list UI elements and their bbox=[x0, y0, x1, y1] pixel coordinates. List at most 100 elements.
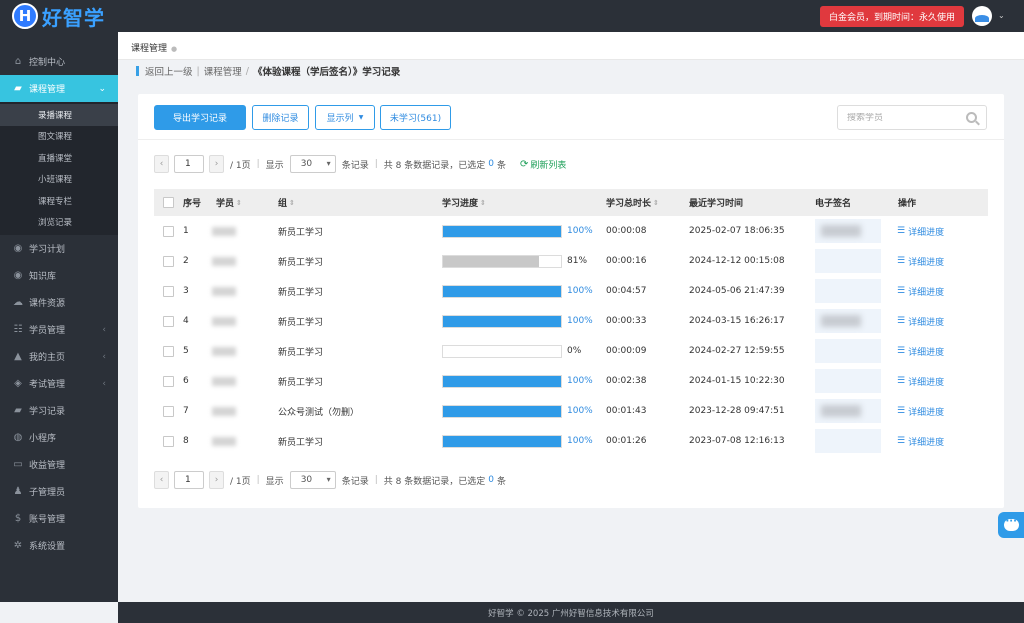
detail-link[interactable]: ☰ 详细进度 bbox=[897, 285, 944, 298]
close-icon[interactable]: ● bbox=[171, 45, 177, 53]
sidebar-item-10[interactable]: ▭ 收益管理 bbox=[0, 451, 118, 478]
breadcrumb-parent[interactable]: 课程管理 bbox=[204, 64, 242, 78]
detail-link[interactable]: ☰ 详细进度 bbox=[897, 315, 944, 328]
header-group[interactable]: 组 ⇕ bbox=[278, 189, 295, 216]
sidebar-item-13[interactable]: ✲ 系统设置 bbox=[0, 532, 118, 559]
chat-float-button[interactable] bbox=[998, 512, 1024, 538]
detail-progress-link[interactable]: ☰ 详细进度 bbox=[897, 246, 944, 276]
table-row[interactable]: 1 新员工学习 100% 00:00:08 2025-02-07 18:06:35 ☰ 详细… bbox=[154, 216, 988, 246]
sidebar-subitem-5[interactable]: 浏览记录 bbox=[0, 212, 118, 234]
row-checkbox[interactable] bbox=[163, 426, 174, 456]
sidebar-item-1[interactable]: ▰ 课程管理 ⌄ bbox=[0, 75, 118, 102]
search-input[interactable] bbox=[847, 112, 957, 123]
signature-image[interactable] bbox=[815, 279, 881, 303]
sidebar-subitem-0[interactable]: 录播课程 bbox=[0, 104, 118, 126]
row-signature[interactable] bbox=[815, 276, 881, 306]
sidebar-item-0[interactable]: ⌂ 控制中心 bbox=[0, 48, 118, 75]
checkbox[interactable] bbox=[163, 285, 174, 297]
back-link[interactable]: 返回上一级 bbox=[145, 64, 193, 78]
signature-image[interactable] bbox=[815, 369, 881, 393]
checkbox[interactable] bbox=[163, 375, 174, 387]
sidebar-item-2[interactable]: ◉ 学习计划 bbox=[0, 235, 118, 262]
detail-progress-link[interactable]: ☰ 详细进度 bbox=[897, 426, 944, 456]
sort-icon[interactable]: ⇕ bbox=[289, 199, 295, 207]
detail-link[interactable]: ☰ 详细进度 bbox=[897, 375, 944, 388]
sidebar-item-11[interactable]: ♟ 子管理员 bbox=[0, 478, 118, 505]
refresh-button[interactable]: ⟳ 刷新列表 bbox=[520, 158, 566, 171]
detail-link[interactable]: ☰ 详细进度 bbox=[897, 435, 944, 448]
sidebar-item-5[interactable]: ☷ 学员管理 ‹ bbox=[0, 316, 118, 343]
detail-progress-link[interactable]: ☰ 详细进度 bbox=[897, 366, 944, 396]
row-checkbox[interactable] bbox=[163, 276, 174, 306]
row-checkbox[interactable] bbox=[163, 366, 174, 396]
detail-progress-link[interactable]: ☰ 详细进度 bbox=[897, 306, 944, 336]
detail-link[interactable]: ☰ 详细进度 bbox=[897, 225, 944, 238]
checkbox[interactable] bbox=[163, 405, 174, 417]
signature-image[interactable] bbox=[815, 249, 881, 273]
table-row[interactable]: 2 新员工学习 81% 00:00:16 2024-12-12 00:15:08 ☰ 详细进… bbox=[154, 246, 988, 276]
sidebar-item-4[interactable]: ☁ 课件资源 bbox=[0, 289, 118, 316]
prev-page-button[interactable]: ‹ bbox=[154, 471, 169, 489]
row-signature[interactable] bbox=[815, 426, 881, 456]
row-signature[interactable] bbox=[815, 336, 881, 366]
header-student[interactable]: 学员 ⇕ bbox=[216, 189, 242, 216]
detail-progress-link[interactable]: ☰ 详细进度 bbox=[897, 216, 944, 246]
detail-link[interactable]: ☰ 详细进度 bbox=[897, 255, 944, 268]
checkbox[interactable] bbox=[163, 435, 174, 447]
sidebar-item-3[interactable]: ◉ 知识库 bbox=[0, 262, 118, 289]
prev-page-button[interactable]: ‹ bbox=[154, 155, 169, 173]
page-size-select[interactable]: 30 bbox=[289, 471, 336, 489]
sort-icon[interactable]: ⇕ bbox=[480, 199, 486, 207]
checkbox[interactable] bbox=[163, 345, 174, 357]
page-input[interactable]: 1 bbox=[174, 471, 204, 489]
detail-link[interactable]: ☰ 详细进度 bbox=[897, 405, 944, 418]
detail-progress-link[interactable]: ☰ 详细进度 bbox=[897, 276, 944, 306]
signature-image[interactable] bbox=[815, 399, 881, 423]
detail-link[interactable]: ☰ 详细进度 bbox=[897, 345, 944, 358]
delete-records-button[interactable]: 删除记录 bbox=[252, 105, 309, 130]
avatar[interactable] bbox=[972, 6, 992, 26]
sort-icon[interactable]: ⇕ bbox=[236, 199, 242, 207]
select-all-checkbox[interactable] bbox=[163, 189, 174, 216]
row-checkbox[interactable] bbox=[163, 246, 174, 276]
page-size-select[interactable]: 30 bbox=[289, 155, 336, 173]
signature-image[interactable] bbox=[815, 219, 881, 243]
row-signature[interactable] bbox=[815, 396, 881, 426]
table-row[interactable]: 6 新员工学习 100% 00:02:38 2024-01-15 10:22:30 ☰ 详细… bbox=[154, 366, 988, 396]
signature-image[interactable] bbox=[815, 429, 881, 453]
sidebar-subitem-1[interactable]: 图文课程 bbox=[0, 126, 118, 148]
detail-progress-link[interactable]: ☰ 详细进度 bbox=[897, 336, 944, 366]
app-logo[interactable]: H 好智学 bbox=[12, 3, 105, 30]
unlearned-button[interactable]: 未学习(561) bbox=[380, 105, 451, 130]
row-checkbox[interactable] bbox=[163, 306, 174, 336]
next-page-button[interactable]: › bbox=[209, 155, 224, 173]
page-input[interactable]: 1 bbox=[174, 155, 204, 173]
sidebar-item-9[interactable]: ◍ 小程序 bbox=[0, 424, 118, 451]
table-row[interactable]: 8 新员工学习 100% 00:01:26 2023-07-08 12:16:13 ☰ 详细… bbox=[154, 426, 988, 456]
sidebar-item-6[interactable]: ▲ 我的主页 ‹ bbox=[0, 343, 118, 370]
sidebar-subitem-2[interactable]: 直播课堂 bbox=[0, 147, 118, 169]
row-checkbox[interactable] bbox=[163, 336, 174, 366]
table-row[interactable]: 5 新员工学习 0% 00:00:09 2024-02-27 12:59:55 ☰ 详细进度 bbox=[154, 336, 988, 366]
checkbox[interactable] bbox=[163, 197, 174, 208]
export-button[interactable]: 导出学习记录 bbox=[154, 105, 246, 130]
sidebar-subitem-4[interactable]: 课程专栏 bbox=[0, 190, 118, 212]
show-columns-button[interactable]: 显示列 ▼ bbox=[315, 105, 375, 130]
row-checkbox[interactable] bbox=[163, 396, 174, 426]
sidebar-item-12[interactable]: $ 账号管理 bbox=[0, 505, 118, 532]
member-badge[interactable]: 白金会员，到期时间：永久使用 bbox=[820, 6, 964, 27]
checkbox[interactable] bbox=[163, 225, 174, 237]
chevron-down-icon[interactable]: ⌄ bbox=[998, 11, 1005, 20]
table-row[interactable]: 3 新员工学习 100% 00:04:57 2024-05-06 21:47:39 ☰ 详细… bbox=[154, 276, 988, 306]
row-signature[interactable] bbox=[815, 366, 881, 396]
detail-progress-link[interactable]: ☰ 详细进度 bbox=[897, 396, 944, 426]
tab-course-management[interactable]: 课程管理 ● bbox=[131, 41, 177, 54]
search-icon[interactable] bbox=[966, 112, 977, 123]
row-signature[interactable] bbox=[815, 216, 881, 246]
checkbox[interactable] bbox=[163, 255, 174, 267]
signature-image[interactable] bbox=[815, 309, 881, 333]
table-row[interactable]: 7 公众号测试（勿删） 100% 00:01:43 2023-12-28 09:47:5… bbox=[154, 396, 988, 426]
sidebar-subitem-3[interactable]: 小班课程 bbox=[0, 169, 118, 191]
row-signature[interactable] bbox=[815, 306, 881, 336]
header-duration[interactable]: 学习总时长 ⇕ bbox=[606, 189, 659, 216]
